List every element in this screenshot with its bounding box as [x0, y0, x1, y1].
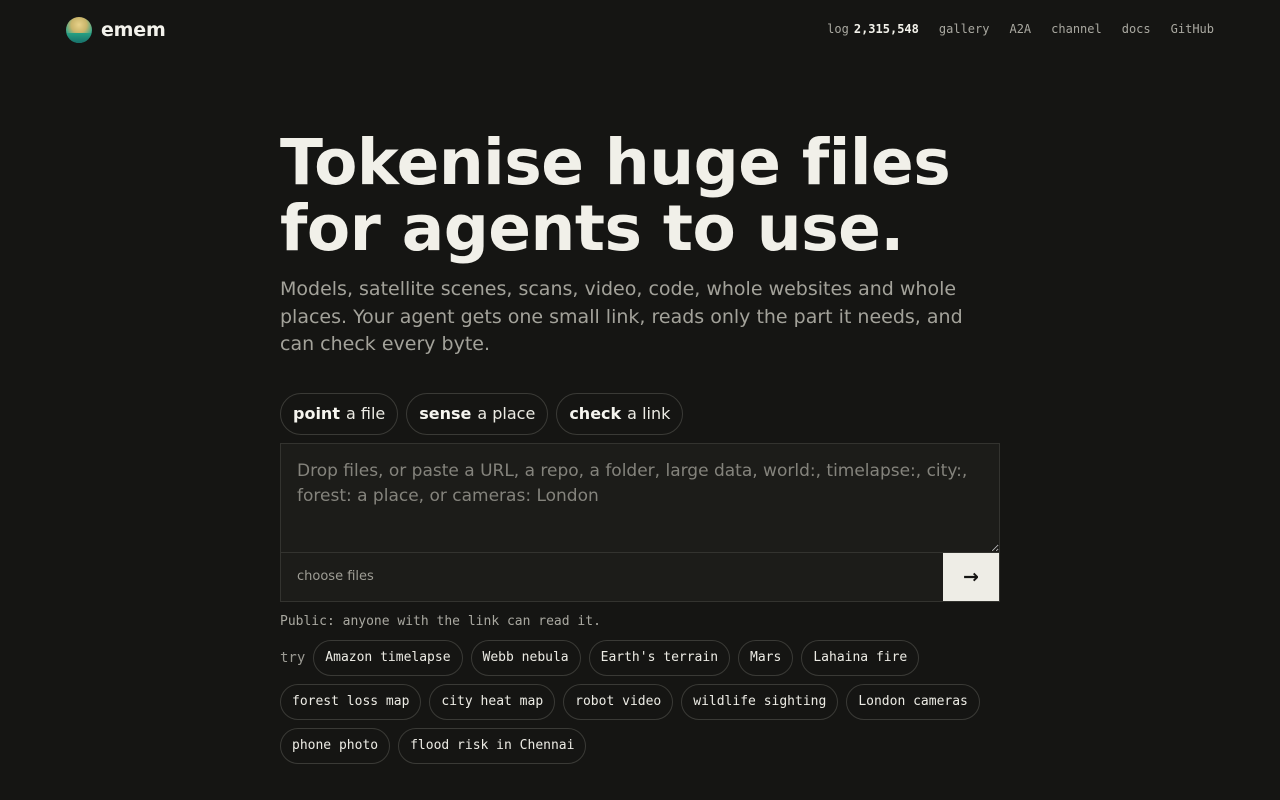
input-toolbar: choose files →	[281, 551, 999, 601]
top-nav: log 2,315,548 gallery A2A channel docs Gi…	[827, 22, 1214, 36]
try-chip[interactable]: Earth's terrain	[588, 639, 731, 676]
brand-name: emem	[101, 19, 166, 41]
try-chip[interactable]: city heat map	[429, 683, 556, 720]
brand-logo[interactable]: emem	[66, 17, 166, 43]
nav-gallery-link[interactable]: gallery	[939, 22, 990, 36]
mode-sense-button[interactable]: sense a place	[406, 392, 549, 435]
mode-sense-object: a place	[477, 404, 536, 423]
hero-title: Tokenise huge files for agents to use.	[280, 130, 1000, 262]
log-count: 2,315,548	[853, 22, 919, 36]
mode-selector: point a file sense a place check a link	[280, 392, 1000, 435]
mode-check-verb: check	[569, 404, 622, 423]
hero-title-line-2: for agents to use.	[280, 192, 904, 265]
try-label: try	[280, 649, 306, 666]
try-chip[interactable]: London cameras	[846, 683, 980, 720]
nav-log-link[interactable]: log 2,315,548	[827, 22, 919, 36]
try-chip[interactable]: Amazon timelapse	[313, 639, 463, 676]
try-chip[interactable]: phone photo	[280, 727, 391, 764]
mode-point-verb: point	[293, 404, 340, 423]
globe-logo-icon	[66, 17, 92, 43]
mode-check-object: a link	[627, 404, 671, 423]
try-chip[interactable]: flood risk in Chennai	[398, 727, 587, 764]
mode-point-button[interactable]: point a file	[280, 392, 399, 435]
try-chip[interactable]: wildlife sighting	[681, 683, 839, 720]
nav-github-link[interactable]: GitHub	[1171, 22, 1214, 36]
nav-channel-link[interactable]: channel	[1051, 22, 1102, 36]
mode-sense-verb: sense	[419, 404, 472, 423]
mode-check-button[interactable]: check a link	[556, 392, 684, 435]
try-chip[interactable]: forest loss map	[280, 683, 422, 720]
nav-a2a-link[interactable]: A2A	[1009, 22, 1031, 36]
arrow-right-icon: →	[963, 565, 979, 588]
nav-log-label: log	[827, 22, 849, 36]
try-chip[interactable]: Webb nebula	[470, 639, 581, 676]
try-chip[interactable]: Mars	[738, 639, 794, 676]
hero-title-line-1: Tokenise huge files	[280, 126, 951, 199]
mode-point-object: a file	[345, 404, 386, 423]
submit-arrow-button[interactable]: →	[943, 552, 999, 601]
choose-files-button[interactable]: choose files	[281, 553, 943, 601]
hero-section: Tokenise huge files for agents to use. M…	[280, 130, 1000, 764]
try-chip[interactable]: Lahaina fire	[801, 639, 920, 676]
input-box: choose files →	[280, 442, 1000, 602]
try-chip[interactable]: robot video	[563, 683, 674, 720]
public-note: Public: anyone with the link can read it…	[280, 613, 601, 629]
try-examples: try Amazon timelapse Webb nebula Earth's…	[280, 639, 1000, 764]
source-input[interactable]	[281, 443, 999, 552]
hero-subtitle: Models, satellite scenes, scans, video, …	[280, 278, 963, 355]
nav-docs-link[interactable]: docs	[1122, 22, 1151, 36]
